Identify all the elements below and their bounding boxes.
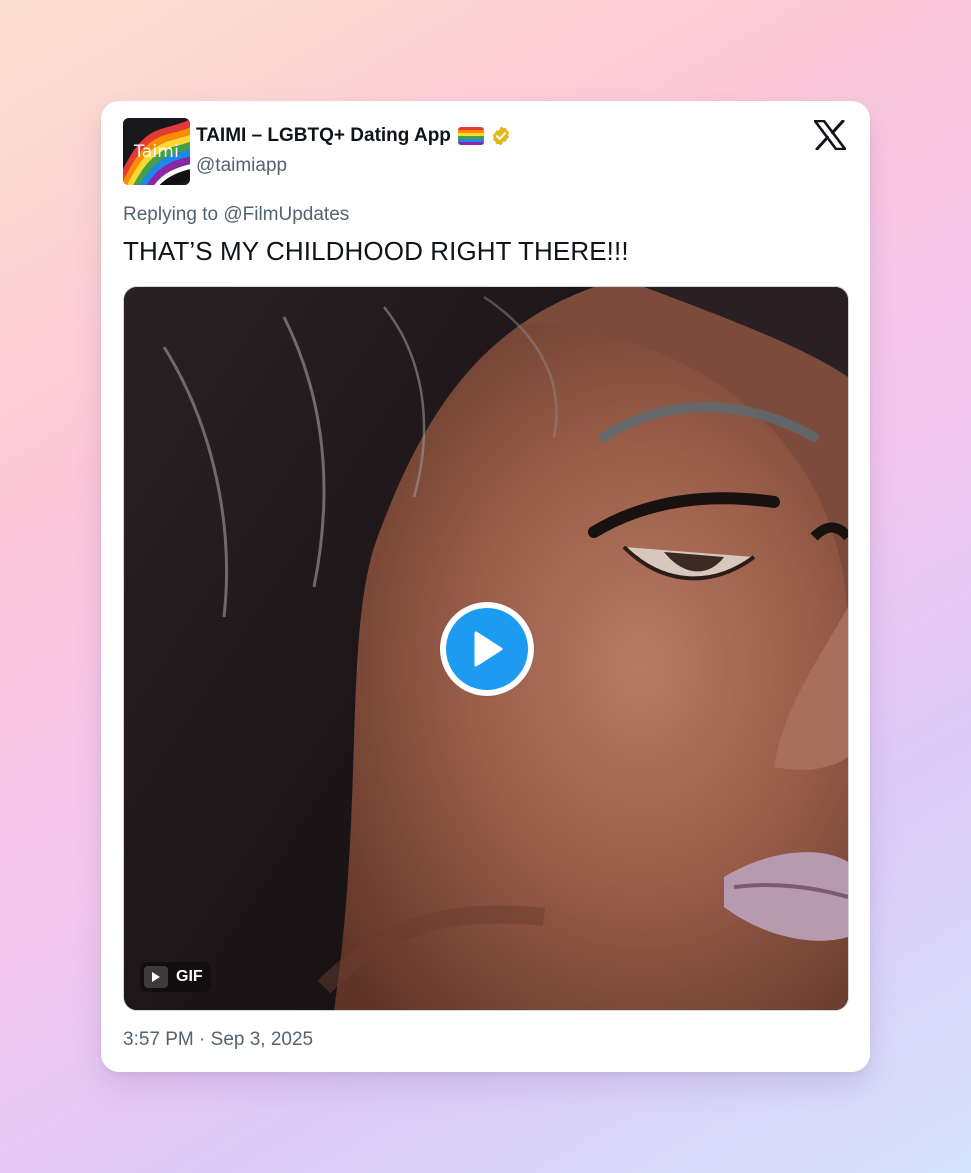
tweet-card: Taimi TAIMI – LGBTQ+ Dating App @taimiap… bbox=[101, 101, 870, 1072]
avatar[interactable]: Taimi bbox=[123, 118, 190, 185]
x-logo-icon[interactable] bbox=[814, 120, 846, 150]
gif-badge-label: GIF bbox=[176, 968, 203, 985]
tweet-text: THAT’S MY CHILDHOOD RIGHT THERE!!! bbox=[123, 236, 629, 266]
verified-badge-icon bbox=[492, 126, 509, 146]
replying-to-mention-link[interactable]: @FilmUpdates bbox=[223, 204, 349, 225]
account-name-row: TAIMI – LGBTQ+ Dating App bbox=[196, 123, 512, 149]
gif-media[interactable]: GIF bbox=[123, 286, 849, 1011]
display-name[interactable]: TAIMI – LGBTQ+ Dating App bbox=[196, 125, 451, 147]
gif-play-icon bbox=[144, 966, 168, 988]
play-icon bbox=[474, 631, 503, 667]
play-button-circle bbox=[446, 608, 528, 690]
tweet-timestamp[interactable]: 3:57 PM · Sep 3, 2025 bbox=[123, 1029, 313, 1051]
avatar-logo-text: Taimi bbox=[134, 142, 179, 162]
replying-to-line: Replying to @FilmUpdates bbox=[123, 204, 349, 226]
account-handle[interactable]: @taimiapp bbox=[196, 155, 287, 177]
replying-to-prefix: Replying to bbox=[123, 204, 219, 225]
gif-badge[interactable]: GIF bbox=[140, 962, 211, 992]
play-button[interactable] bbox=[440, 602, 534, 696]
rainbow-flag-icon bbox=[457, 127, 484, 145]
